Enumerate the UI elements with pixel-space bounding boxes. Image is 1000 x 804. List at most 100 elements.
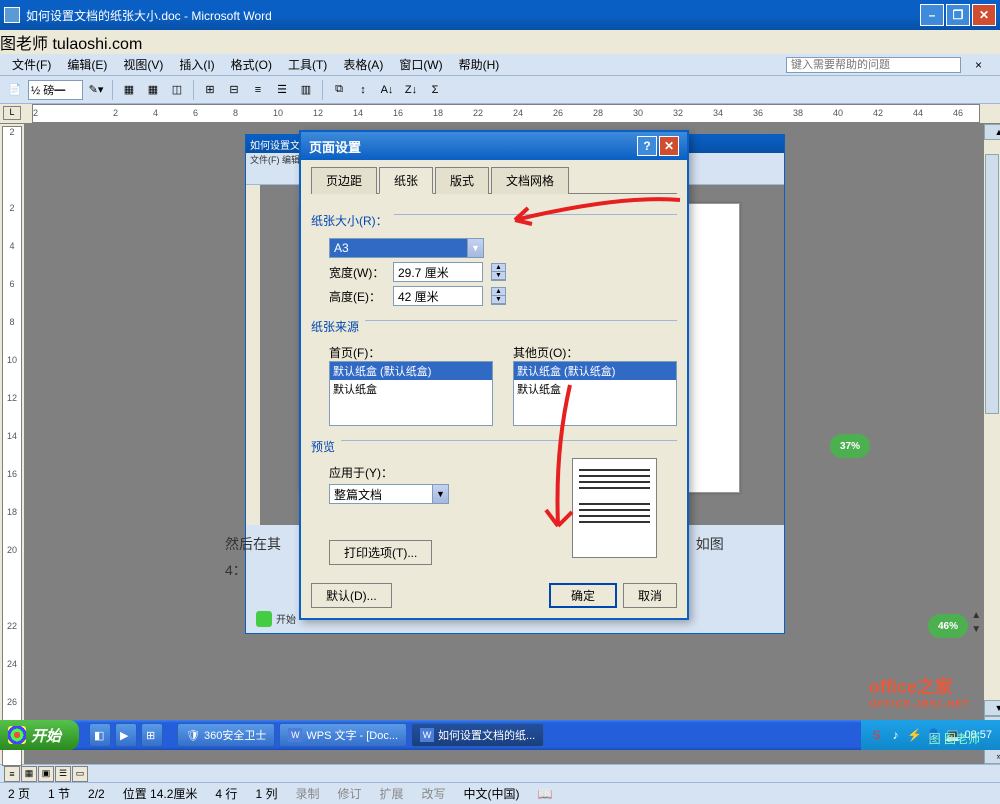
watermark-tulaoshi-top: 图老师 tulaoshi.com	[0, 30, 1000, 54]
ok-button[interactable]: 确定	[549, 583, 617, 608]
normal-view-icon[interactable]: ≡	[4, 766, 20, 782]
dialog-close-icon[interactable]: ✕	[659, 136, 679, 156]
tray-icon-3[interactable]: ⚡	[907, 728, 921, 742]
first-page-tray-list[interactable]: 默认纸盒 (默认纸盒) 默认纸盒	[329, 361, 493, 426]
menu-window[interactable]: 窗口(W)	[391, 54, 450, 75]
watermark-office: office之家 OFFICE.JB51.NET	[869, 673, 970, 710]
tab-layout[interactable]: 版式	[435, 167, 489, 194]
chevron-down-icon[interactable]: ▼	[432, 485, 448, 503]
tab-paper[interactable]: 纸张	[379, 167, 433, 194]
height-spinner[interactable]: ▲▼	[491, 287, 506, 305]
standard-toolbar: 📄 ½ 磅━ ✎▾ ▦ ▦ ◫ ⊞ ⊟ ≡ ☰ ▥ ⧉ ↕ A↓ Z↓ Σ	[0, 76, 1000, 104]
tab-selector[interactable]: L	[3, 106, 21, 120]
other-pages-label: 其他页(O)：	[513, 344, 677, 361]
outline-view-icon[interactable]: ☰	[55, 766, 71, 782]
status-ovr[interactable]: 改写	[422, 785, 446, 802]
width-spinner[interactable]: ▲▼	[491, 263, 506, 281]
default-button[interactable]: 默认(D)...	[311, 583, 392, 608]
menu-file[interactable]: 文件(F)	[4, 54, 59, 75]
dialog-title: 页面设置	[309, 137, 361, 156]
reading-view-icon[interactable]: ▭	[72, 766, 88, 782]
height-input[interactable]: 42 厘米	[393, 286, 483, 306]
other-pages-tray-list[interactable]: 默认纸盒 (默认纸盒) 默认纸盒	[513, 361, 677, 426]
dialog-titlebar[interactable]: 页面设置 ? ✕	[301, 132, 687, 160]
table-insert-icon[interactable]: ▦	[118, 79, 140, 101]
tab-grid[interactable]: 文档网格	[491, 167, 569, 194]
paper-source-group-label: 纸张来源	[311, 318, 359, 335]
autosum-icon[interactable]: Σ	[424, 79, 446, 101]
align-icon[interactable]: ≡	[247, 79, 269, 101]
chevron-down-icon[interactable]: ▼	[467, 239, 483, 257]
view-buttons: ≡ ▦ ▣ ☰ ▭	[4, 766, 88, 782]
status-book-icon[interactable]: 📖	[538, 787, 553, 801]
taskbar-item-360[interactable]: 🛡360安全卫士	[177, 723, 275, 747]
watermark-tuoshi-bottom: 图 图老师	[929, 730, 980, 747]
status-column: 1 列	[255, 785, 277, 802]
start-button[interactable]: 开始	[0, 720, 79, 750]
quicklaunch-2[interactable]: ▶	[115, 723, 137, 747]
quicklaunch-3[interactable]: ⊞	[141, 723, 163, 747]
status-position: 位置 14.2厘米	[123, 785, 198, 802]
taskbar-item-word[interactable]: W如何设置文档的纸...	[411, 723, 544, 747]
distribute-cols-icon[interactable]: ▥	[295, 79, 317, 101]
status-language[interactable]: 中文(中国)	[464, 785, 520, 802]
tray-icon-2[interactable]: ♪	[888, 728, 902, 742]
eraser-icon[interactable]: ◫	[166, 79, 188, 101]
menu-tools[interactable]: 工具(T)	[280, 54, 335, 75]
paper-size-combo[interactable]: A3▼	[329, 238, 484, 258]
tab-margins[interactable]: 页边距	[311, 167, 377, 194]
distribute-rows-icon[interactable]: ☰	[271, 79, 293, 101]
next-page-icon[interactable]: »	[984, 748, 1000, 764]
status-ext[interactable]: 扩展	[379, 785, 403, 802]
net-badge-2: 46%	[928, 614, 968, 638]
sort-asc-icon[interactable]: A↓	[376, 79, 398, 101]
text-direction-icon[interactable]: ↕	[352, 79, 374, 101]
menu-edit[interactable]: 编辑(E)	[59, 54, 115, 75]
scroll-thumb[interactable]	[985, 154, 999, 414]
page-preview	[572, 458, 657, 558]
vertical-ruler[interactable]: 2246810121416182022242628	[0, 124, 25, 764]
print-view-icon[interactable]: ▣	[38, 766, 54, 782]
merge-cells-icon[interactable]: ⊞	[199, 79, 221, 101]
close-button[interactable]: ✕	[972, 4, 996, 26]
width-input[interactable]: 29.7 厘米	[393, 262, 483, 282]
horizontal-ruler[interactable]: L 22468101214161822242628303234363840424…	[0, 104, 1000, 124]
line-style-combo[interactable]: ½ 磅━	[28, 80, 83, 100]
first-page-label: 首页(F)：	[329, 344, 493, 361]
menu-view[interactable]: 视图(V)	[115, 54, 171, 75]
cancel-button[interactable]: 取消	[623, 583, 677, 608]
menu-help[interactable]: 帮助(H)	[451, 54, 508, 75]
apply-to-combo[interactable]: 整篇文档▼	[329, 484, 449, 504]
tray-icon-1[interactable]: S	[869, 728, 883, 742]
status-rec[interactable]: 录制	[295, 785, 319, 802]
body-text-2: 4：	[225, 560, 247, 580]
quicklaunch-1[interactable]: ◧	[89, 723, 111, 747]
maximize-button[interactable]: ❐	[946, 4, 970, 26]
menu-table[interactable]: 表格(A)	[335, 54, 391, 75]
scroll-up-icon[interactable]: ▲	[984, 124, 1000, 140]
menu-bar: 文件(F) 编辑(E) 视图(V) 插入(I) 格式(O) 工具(T) 表格(A…	[0, 54, 1000, 76]
height-label: 高度(E)：	[329, 288, 385, 305]
new-doc-icon[interactable]: 📄	[4, 79, 26, 101]
taskbar-item-wps[interactable]: WWPS 文字 - [Doc...	[279, 723, 407, 747]
scroll-down-icon[interactable]: ▼	[984, 700, 1000, 716]
menu-insert[interactable]: 插入(I)	[171, 54, 222, 75]
menu-format[interactable]: 格式(O)	[223, 54, 280, 75]
split-cells-icon[interactable]: ⊟	[223, 79, 245, 101]
print-options-button[interactable]: 打印选项(T)...	[329, 540, 432, 565]
vertical-scrollbar[interactable]: ▲ ▼ ○ « »	[983, 124, 1000, 764]
dialog-tabs: 页边距 纸张 版式 文档网格	[311, 166, 677, 194]
dialog-help-icon[interactable]: ?	[637, 136, 657, 156]
table-draw-icon[interactable]: ▦	[142, 79, 164, 101]
status-rev[interactable]: 修订	[337, 785, 361, 802]
pen-color-icon[interactable]: ✎▾	[85, 79, 107, 101]
status-line: 4 行	[215, 785, 237, 802]
help-search-input[interactable]	[786, 57, 961, 73]
autoformat-icon[interactable]: ⧉	[328, 79, 350, 101]
web-view-icon[interactable]: ▦	[21, 766, 37, 782]
window-titlebar: 如何设置文档的纸张大小.doc - Microsoft Word – ❐ ✕	[0, 0, 1000, 30]
minimize-button[interactable]: –	[920, 4, 944, 26]
window-title: 如何设置文档的纸张大小.doc - Microsoft Word	[26, 7, 920, 24]
sort-desc-icon[interactable]: Z↓	[400, 79, 422, 101]
paper-size-group-label: 纸张大小(R)：	[311, 212, 388, 229]
